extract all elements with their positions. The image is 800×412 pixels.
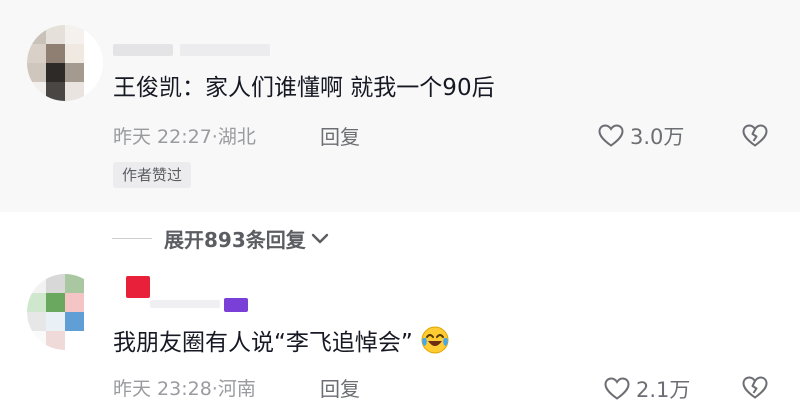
avatar-pixel: [65, 312, 84, 331]
expand-replies-button[interactable]: 展开893条回复: [112, 224, 330, 253]
avatar-pixel: [46, 293, 65, 312]
avatar-pixel: [84, 331, 103, 350]
comment-text[interactable]: 王俊凯：家人们谁懂啊 就我一个90后: [113, 73, 495, 103]
dislike-button[interactable]: [742, 124, 768, 152]
avatar-pixel: [46, 25, 65, 44]
chevron-down-icon: [311, 233, 328, 243]
avatar-pixel: [65, 331, 84, 350]
avatar-pixel: [65, 25, 84, 44]
expand-replies-label: 展开893条回复: [164, 228, 306, 252]
avatar-pixel: [84, 293, 103, 312]
like-count: 2.1万: [636, 378, 691, 402]
avatar[interactable]: [27, 274, 103, 350]
avatar[interactable]: [27, 25, 103, 101]
avatar-pixel: [46, 274, 65, 293]
avatar-pixel: [84, 82, 103, 101]
author-liked-badge: 作者赞过: [113, 162, 192, 188]
avatar-pixel: [46, 82, 65, 101]
broken-heart-icon: [742, 124, 768, 147]
username-blurred[interactable]: [113, 44, 173, 56]
avatar-pixel: [65, 274, 84, 293]
avatar-pixel: [46, 312, 65, 331]
avatar-pixel: [27, 274, 46, 293]
avatar-pixel: [84, 63, 103, 82]
comment-text[interactable]: 我朋友圈有人说“李飞追悼会”: [113, 325, 450, 363]
like-count: 3.0万: [630, 125, 685, 149]
heart-outline-icon: [604, 377, 630, 400]
avatar-pixel: [65, 63, 84, 82]
avatar-pixel: [46, 63, 65, 82]
comment-time-location: 昨天 22:27·湖北: [113, 126, 256, 148]
avatar-pixel: [46, 44, 65, 63]
like-button[interactable]: 2.1万: [604, 374, 690, 404]
username-blurred: [150, 300, 220, 308]
avatar-pixel: [84, 312, 103, 331]
avatar-pixel: [84, 25, 103, 44]
avatar-pixel: [84, 274, 103, 293]
avatar-pixel: [27, 44, 46, 63]
avatar-pixel: [65, 82, 84, 101]
dislike-button[interactable]: [742, 376, 768, 404]
avatar-pixel: [84, 44, 103, 63]
avatar-pixel: [27, 82, 46, 101]
heart-outline-icon: [598, 124, 624, 147]
avatar-pixel: [27, 331, 46, 350]
reply-button[interactable]: 回复: [320, 121, 360, 150]
avatar-pixel: [27, 312, 46, 331]
avatar-pixel: [65, 293, 84, 312]
username-blurred[interactable]: [126, 276, 150, 298]
comment-1: 王俊凯：家人们谁懂啊 就我一个90后 昨天 22:27·湖北 回复 3.0万 作…: [0, 0, 800, 212]
avatar-pixel: [46, 331, 65, 350]
crying-laughing-emoji: [420, 325, 450, 363]
avatar-pixel: [27, 293, 46, 312]
comment-time-location: 昨天 23:28·河南: [113, 378, 256, 400]
username-blurred: [224, 298, 248, 312]
divider: [112, 238, 152, 239]
like-button[interactable]: 3.0万: [598, 121, 684, 151]
reply-button[interactable]: 回复: [320, 373, 360, 402]
username-blurred: [180, 44, 270, 56]
avatar-pixel: [65, 44, 84, 63]
avatar-pixel: [27, 63, 46, 82]
avatar-pixel: [27, 25, 46, 44]
broken-heart-icon: [742, 376, 768, 399]
comment-text-content: 我朋友圈有人说“李飞追悼会”: [113, 330, 413, 356]
